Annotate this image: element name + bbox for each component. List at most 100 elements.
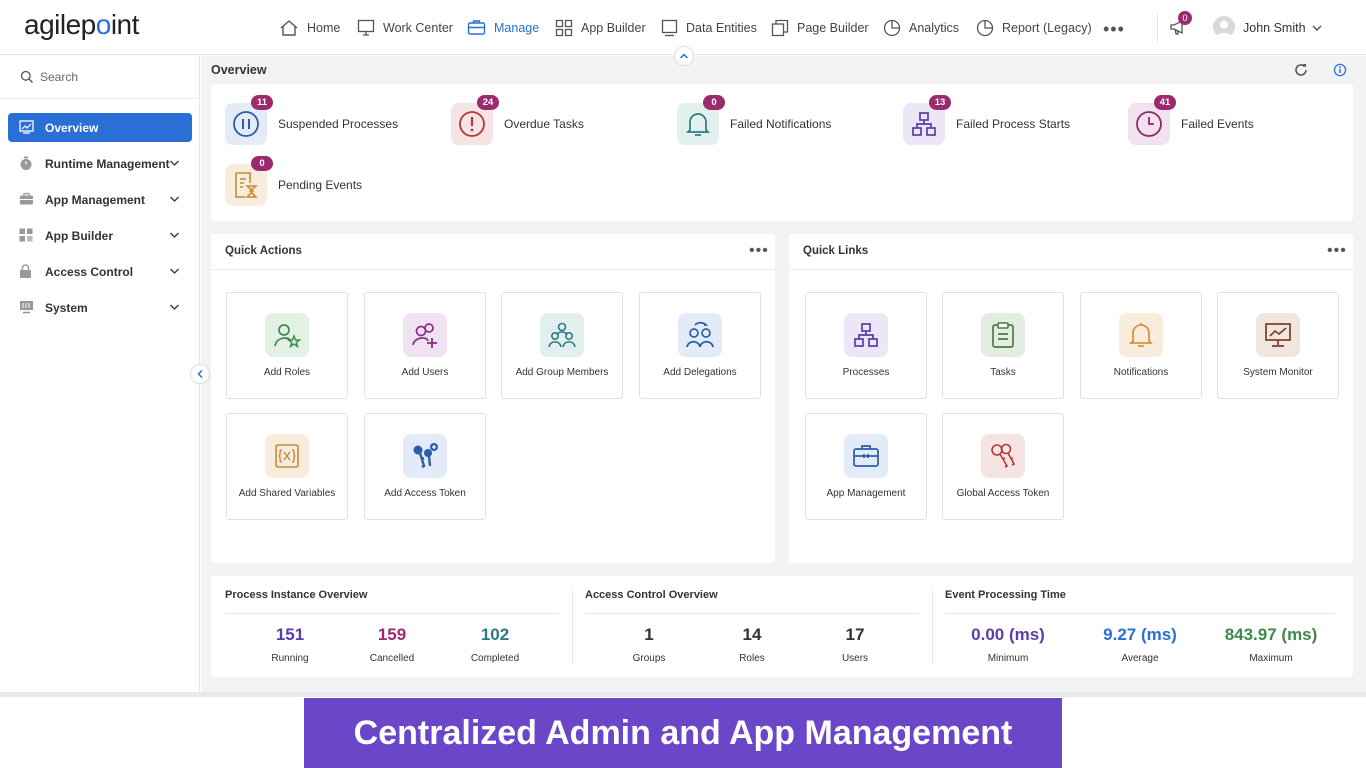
caption-banner: Centralized Admin and App Management [304,698,1062,768]
sidebar-item-access-control[interactable]: Access Control [8,257,192,286]
nav-page-builder[interactable]: Page Builder [771,0,869,55]
grid-icon [19,228,33,242]
quick-links-more-button[interactable]: ••• [1327,242,1347,260]
nav-work-center[interactable]: Work Center [357,0,453,55]
link-label: Notifications [1113,367,1169,378]
nav-app-builder[interactable]: App Builder [555,0,646,55]
add-shared-variables-button[interactable]: Add Shared Variables [226,413,348,520]
add-access-token-button[interactable]: Add Access Token [364,413,486,520]
add-delegations-button[interactable]: Add Delegations [639,292,761,399]
clock-icon [1136,111,1162,137]
stat-label: Overdue Tasks [504,117,584,131]
stat-suspended-processes[interactable]: 11 Suspended Processes [225,95,399,145]
stat-overdue-tasks[interactable]: 24 Overdue Tasks [451,95,584,145]
stat-tile: 0 [677,95,725,145]
action-tile [403,313,447,357]
stat-badge: 41 [1154,95,1176,110]
group-icon [548,322,576,348]
chevron-down-icon[interactable] [1311,23,1323,33]
key-add-icon [413,443,438,469]
quick-actions-card: Quick Actions ••• Add Roles Add Users Ad… [211,234,775,563]
add-users-button[interactable]: Add Users [364,292,486,399]
user-name[interactable]: John Smith [1243,21,1306,35]
user-icon [1216,20,1232,38]
stat-tile: 24 [451,95,499,145]
agilepoint-logo[interactable]: agilepoint [24,9,139,41]
notifications-link[interactable]: Notifications [1080,292,1202,399]
add-roles-button[interactable]: Add Roles [226,292,348,399]
hierarchy-icon [912,112,936,136]
alert-icon [459,111,485,137]
search-icon [20,70,33,83]
quick-actions-title: Quick Actions [225,245,302,257]
stat-badge: 13 [929,95,951,110]
stat-failed-process-starts[interactable]: 13 Failed Process Starts [903,95,1071,145]
divider [945,613,1335,614]
action-tile [678,313,722,357]
bell-icon [1129,323,1153,347]
action-tile [265,434,309,478]
link-tile [981,434,1025,478]
stat-badge: 11 [251,95,273,110]
sidebar-item-app-management[interactable]: App Management [8,185,192,214]
nav-analytics[interactable]: Analytics [883,0,959,55]
link-label: System Monitor [1243,367,1313,378]
nav-more-button[interactable]: ••• [1103,19,1125,40]
sidebar-item-app-builder[interactable]: App Builder [8,221,192,250]
divider [225,613,559,614]
nav-home[interactable]: Home [279,0,340,55]
toolbox-icon [853,445,879,467]
avatar[interactable] [1213,16,1235,38]
groups-label: Groups [632,653,666,664]
completed-value: 102 [480,625,510,644]
link-label: Processes [842,367,890,378]
toolbox-icon [467,20,486,35]
nav-page-builder-label: Page Builder [797,20,869,35]
stat-failed-notifications[interactable]: 0 Failed Notifications [677,95,831,145]
collapse-sidebar-button[interactable] [190,364,210,384]
average-label: Average [1121,653,1159,664]
process-overview-title: Process Instance Overview [225,589,368,601]
sidebar-item-label: Runtime Management [45,156,170,171]
monitor-chart-icon [1265,323,1291,347]
action-label: Add Group Members [515,367,609,378]
quick-actions-more-button[interactable]: ••• [749,242,769,260]
processes-link[interactable]: Processes [805,292,927,399]
stat-label: Failed Process Starts [956,117,1071,131]
stat-label: Failed Events [1181,117,1254,131]
add-group-members-button[interactable]: Add Group Members [501,292,623,399]
nav-home-label: Home [307,20,341,35]
nav-data-entities[interactable]: Data Entities [661,0,757,55]
stat-failed-events[interactable]: 41 Failed Events [1128,95,1254,145]
stat-tile: 41 [1128,95,1176,145]
info-icon[interactable] [1333,63,1347,77]
nav-manage[interactable]: Manage [467,0,539,55]
link-tile [844,434,888,478]
bottom-edge [0,692,1366,697]
dashboard-icon [19,120,34,134]
roles-label: Roles [739,653,765,664]
action-tile [403,434,447,478]
stat-label: Suspended Processes [278,117,399,131]
nav-report-legacy[interactable]: Report (Legacy) [976,0,1092,55]
minimum-value: 0.00 (ms) [971,625,1045,644]
search-input[interactable] [40,68,180,86]
refresh-icon[interactable] [1294,63,1308,77]
global-access-token-link[interactable]: Global Access Token [942,413,1064,520]
sidebar-item-label: App Management [45,192,146,207]
home-icon [280,19,298,36]
link-label: Tasks [990,367,1016,378]
sidebar-item-overview[interactable]: Overview [8,113,192,142]
app-management-link[interactable]: App Management [805,413,927,520]
tasks-link[interactable]: Tasks [942,292,1064,399]
sidebar-item-system[interactable]: System [8,293,192,322]
sidebar-item-label: System [45,300,88,315]
system-monitor-link[interactable]: System Monitor [1217,292,1339,399]
sidebar-item-runtime-management[interactable]: Runtime Management [8,149,192,178]
quick-links-card: Quick Links ••• Processes Tasks Notifica… [789,234,1353,563]
link-label: App Management [826,488,906,499]
collapse-header-button[interactable] [674,46,694,66]
overview-card: 11 Suspended Processes 24 Overdue Tasks … [211,84,1353,221]
stat-pending-events[interactable]: 0 Pending Events [225,156,362,206]
stat-badge: 24 [477,95,499,110]
